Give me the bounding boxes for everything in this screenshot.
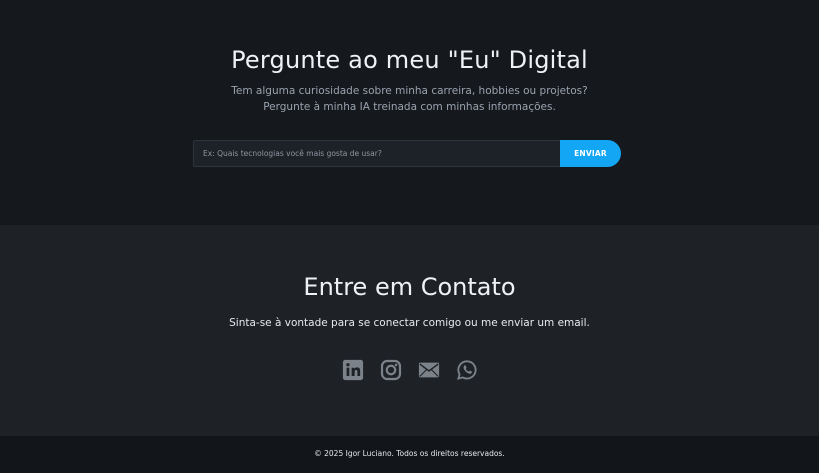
social-links	[0, 359, 819, 383]
whatsapp-icon	[456, 360, 476, 380]
contact-title: Entre em Contato	[303, 273, 516, 301]
ask-subtitle-line-1: Tem alguma curiosidade sobre minha carre…	[231, 85, 588, 97]
email-link[interactable]	[418, 359, 440, 381]
contact-text: Sinta-se à vontade para se conectar comi…	[229, 317, 590, 329]
linkedin-icon	[342, 359, 363, 381]
ask-ai-section: Pergunte ao meu "Eu" Digital Tem alguma …	[0, 0, 819, 225]
email-icon	[418, 362, 439, 378]
ask-subtitle: Tem alguma curiosidade sobre minha carre…	[0, 83, 819, 115]
page: Pergunte ao meu "Eu" Digital Tem alguma …	[0, 0, 819, 473]
instagram-link[interactable]	[380, 359, 402, 381]
instagram-icon	[380, 359, 401, 381]
site-footer: © 2025 Igor Luciano. Todos os direitos r…	[0, 436, 819, 473]
question-input[interactable]	[193, 140, 560, 167]
copyright-text: © 2025 Igor Luciano. Todos os direitos r…	[314, 449, 505, 458]
contact-section: Entre em Contato Sinta-se à vontade para…	[0, 225, 819, 436]
whatsapp-link[interactable]	[456, 359, 478, 381]
linkedin-link[interactable]	[342, 359, 364, 381]
ask-subtitle-line-2: Pergunte à minha IA treinada com minhas …	[263, 101, 556, 113]
send-button[interactable]: ENVIAR	[560, 140, 621, 167]
ask-title: Pergunte ao meu "Eu" Digital	[231, 46, 588, 74]
ask-form: ENVIAR	[193, 140, 621, 167]
